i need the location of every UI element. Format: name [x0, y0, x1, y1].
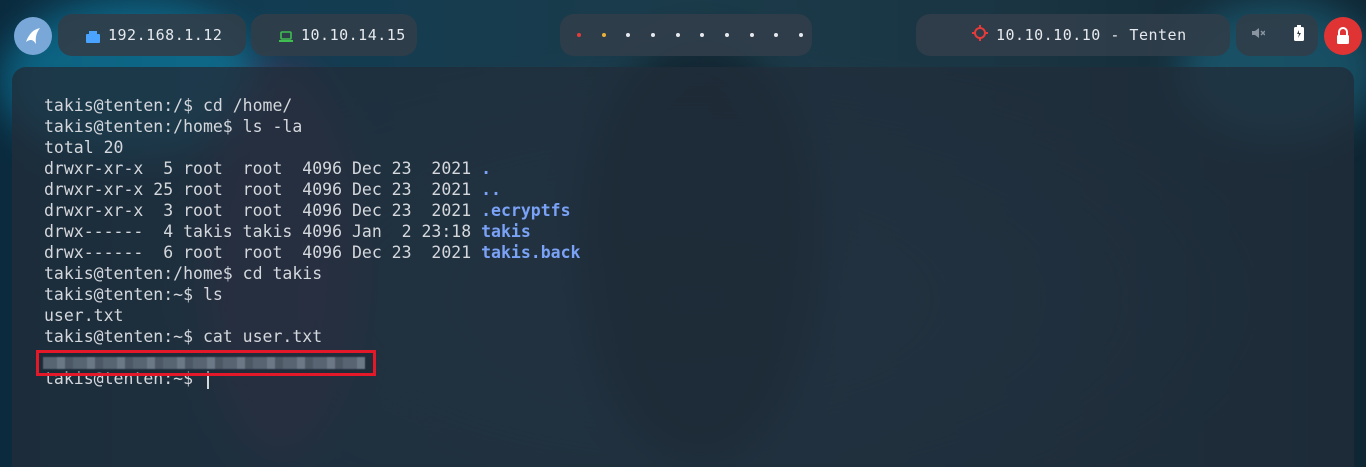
target-label: 10.10.10.10 - Tenten [996, 26, 1187, 44]
terminal-text: takis@tenten:~$ cat user.txt [44, 327, 323, 346]
terminal-text: drwx------ 6 root root 4096 Dec 23 2021 [44, 243, 482, 262]
terminal-text: takis@tenten:/home$ cd takis [44, 264, 323, 283]
terminal-line: drwxr-xr-x 25 root root 4096 Dec 23 2021… [44, 179, 580, 200]
top-bar: 192.168.1.12 10.10.14.15 10.10.10.10 - T… [0, 14, 1366, 58]
target-widget[interactable]: 10.10.10.10 - Tenten [916, 14, 1230, 56]
terminal-line: drwxr-xr-x 5 root root 4096 Dec 23 2021 … [44, 158, 580, 179]
laptop-icon [279, 29, 293, 42]
workspace-dot[interactable] [601, 33, 606, 37]
redacted-flag [43, 357, 365, 369]
workspace-dot[interactable] [650, 33, 655, 37]
directory-name: takis.back [481, 243, 581, 262]
terminal-line: takis@tenten:/home$ cd takis [44, 263, 580, 284]
terminal-line: takis@tenten:~$ cat user.txt [44, 326, 580, 347]
terminal-output: takis@tenten:/$ cd /home/takis@tenten:/h… [44, 95, 580, 389]
workspace-dot-active[interactable] [577, 33, 581, 37]
redacted-flag-highlight [36, 350, 376, 376]
directory-name: .ecryptfs [481, 201, 571, 220]
vpn-ip-widget[interactable]: 10.10.14.15 [251, 14, 417, 56]
directory-name: . [481, 159, 492, 178]
terminal-text: user.txt [44, 306, 124, 325]
local-ip-widget[interactable]: 192.168.1.12 [58, 14, 246, 56]
workspace-switcher[interactable] [560, 14, 812, 56]
lock-icon [1337, 27, 1349, 44]
distro-logo-icon[interactable] [14, 17, 52, 55]
terminal-text: total 20 [44, 138, 124, 157]
terminal-text: drwxr-xr-x 3 root root 4096 Dec 23 2021 [44, 201, 482, 220]
workspace-dot[interactable] [798, 33, 803, 37]
terminal-line: drwxr-xr-x 3 root root 4096 Dec 23 2021 … [44, 200, 580, 221]
workspace-dot[interactable] [626, 33, 631, 37]
terminal-text: drwx------ 4 takis takis 4096 Jan 2 23:1… [44, 222, 482, 241]
battery-icon[interactable] [1293, 25, 1304, 45]
network-icon [86, 29, 100, 43]
workspace-dot[interactable] [675, 33, 680, 37]
terminal-text: drwxr-xr-x 5 root root 4096 Dec 23 2021 [44, 159, 482, 178]
workspace-dot[interactable] [724, 33, 729, 37]
lock-button[interactable] [1324, 17, 1362, 55]
tray-widget[interactable] [1236, 14, 1318, 56]
directory-name: .. [481, 180, 501, 199]
terminal-window[interactable]: takis@tenten:/$ cd /home/takis@tenten:/h… [12, 67, 1354, 467]
terminal-line: total 20 [44, 137, 580, 158]
terminal-text: drwxr-xr-x 25 root root 4096 Dec 23 2021 [44, 180, 482, 199]
vpn-ip-label: 10.10.14.15 [301, 26, 406, 44]
workspace-dot[interactable] [700, 33, 705, 37]
terminal-line: takis@tenten:/$ cd /home/ [44, 95, 580, 116]
local-ip-label: 192.168.1.12 [108, 26, 223, 44]
terminal-line: takis@tenten:/home$ ls -la [44, 116, 580, 137]
terminal-line: drwx------ 4 takis takis 4096 Jan 2 23:1… [44, 221, 580, 242]
terminal-text: takis@tenten:~$ ls [44, 285, 223, 304]
workspace-dot[interactable] [749, 33, 754, 37]
volume-muted-icon[interactable] [1251, 26, 1266, 44]
terminal-line: takis@tenten:~$ ls [44, 284, 580, 305]
workspace-dot[interactable] [774, 33, 779, 37]
directory-name: takis [481, 222, 531, 241]
terminal-text: takis@tenten:/$ cd /home/ [44, 96, 293, 115]
terminal-text: takis@tenten:/home$ ls -la [44, 117, 303, 136]
crosshair-icon [972, 25, 988, 45]
terminal-line: drwx------ 6 root root 4096 Dec 23 2021 … [44, 242, 580, 263]
terminal-line: user.txt [44, 305, 580, 326]
